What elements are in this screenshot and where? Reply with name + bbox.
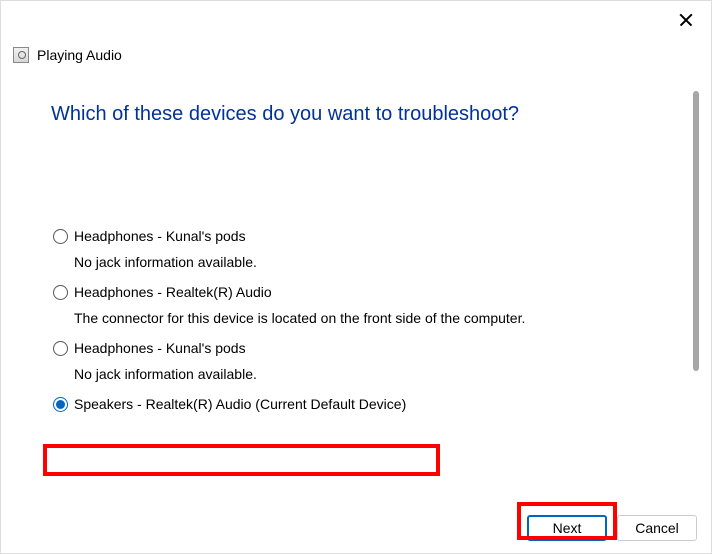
device-label: Speakers - Realtek(R) Audio (Current Def… bbox=[74, 396, 406, 412]
device-option-list: Headphones - Kunal's pods No jack inform… bbox=[51, 228, 661, 412]
device-option[interactable]: Headphones - Kunal's pods bbox=[53, 340, 661, 356]
radio-icon[interactable] bbox=[53, 229, 68, 244]
scrollbar[interactable] bbox=[693, 91, 699, 371]
device-desc: The connector for this device is located… bbox=[74, 310, 661, 326]
titlebar bbox=[1, 1, 711, 43]
close-icon[interactable] bbox=[677, 11, 695, 29]
device-label: Headphones - Realtek(R) Audio bbox=[74, 284, 272, 300]
content-area: Which of these devices do you want to tr… bbox=[1, 63, 711, 493]
page-heading: Which of these devices do you want to tr… bbox=[51, 103, 661, 126]
radio-icon[interactable] bbox=[53, 397, 68, 412]
device-option[interactable]: Headphones - Kunal's pods bbox=[53, 228, 661, 244]
cancel-button[interactable]: Cancel bbox=[617, 515, 697, 541]
device-desc: No jack information available. bbox=[74, 254, 661, 270]
window-title: Playing Audio bbox=[37, 47, 122, 63]
device-label: Headphones - Kunal's pods bbox=[74, 340, 246, 356]
next-button[interactable]: Next bbox=[527, 515, 607, 541]
device-option[interactable]: Speakers - Realtek(R) Audio (Current Def… bbox=[53, 396, 661, 412]
device-desc: No jack information available. bbox=[74, 366, 661, 382]
footer: Next Cancel bbox=[527, 515, 697, 541]
device-label: Headphones - Kunal's pods bbox=[74, 228, 246, 244]
troubleshooter-icon bbox=[13, 47, 29, 63]
device-option[interactable]: Headphones - Realtek(R) Audio bbox=[53, 284, 661, 300]
header: Playing Audio bbox=[1, 43, 711, 63]
radio-icon[interactable] bbox=[53, 285, 68, 300]
radio-icon[interactable] bbox=[53, 341, 68, 356]
